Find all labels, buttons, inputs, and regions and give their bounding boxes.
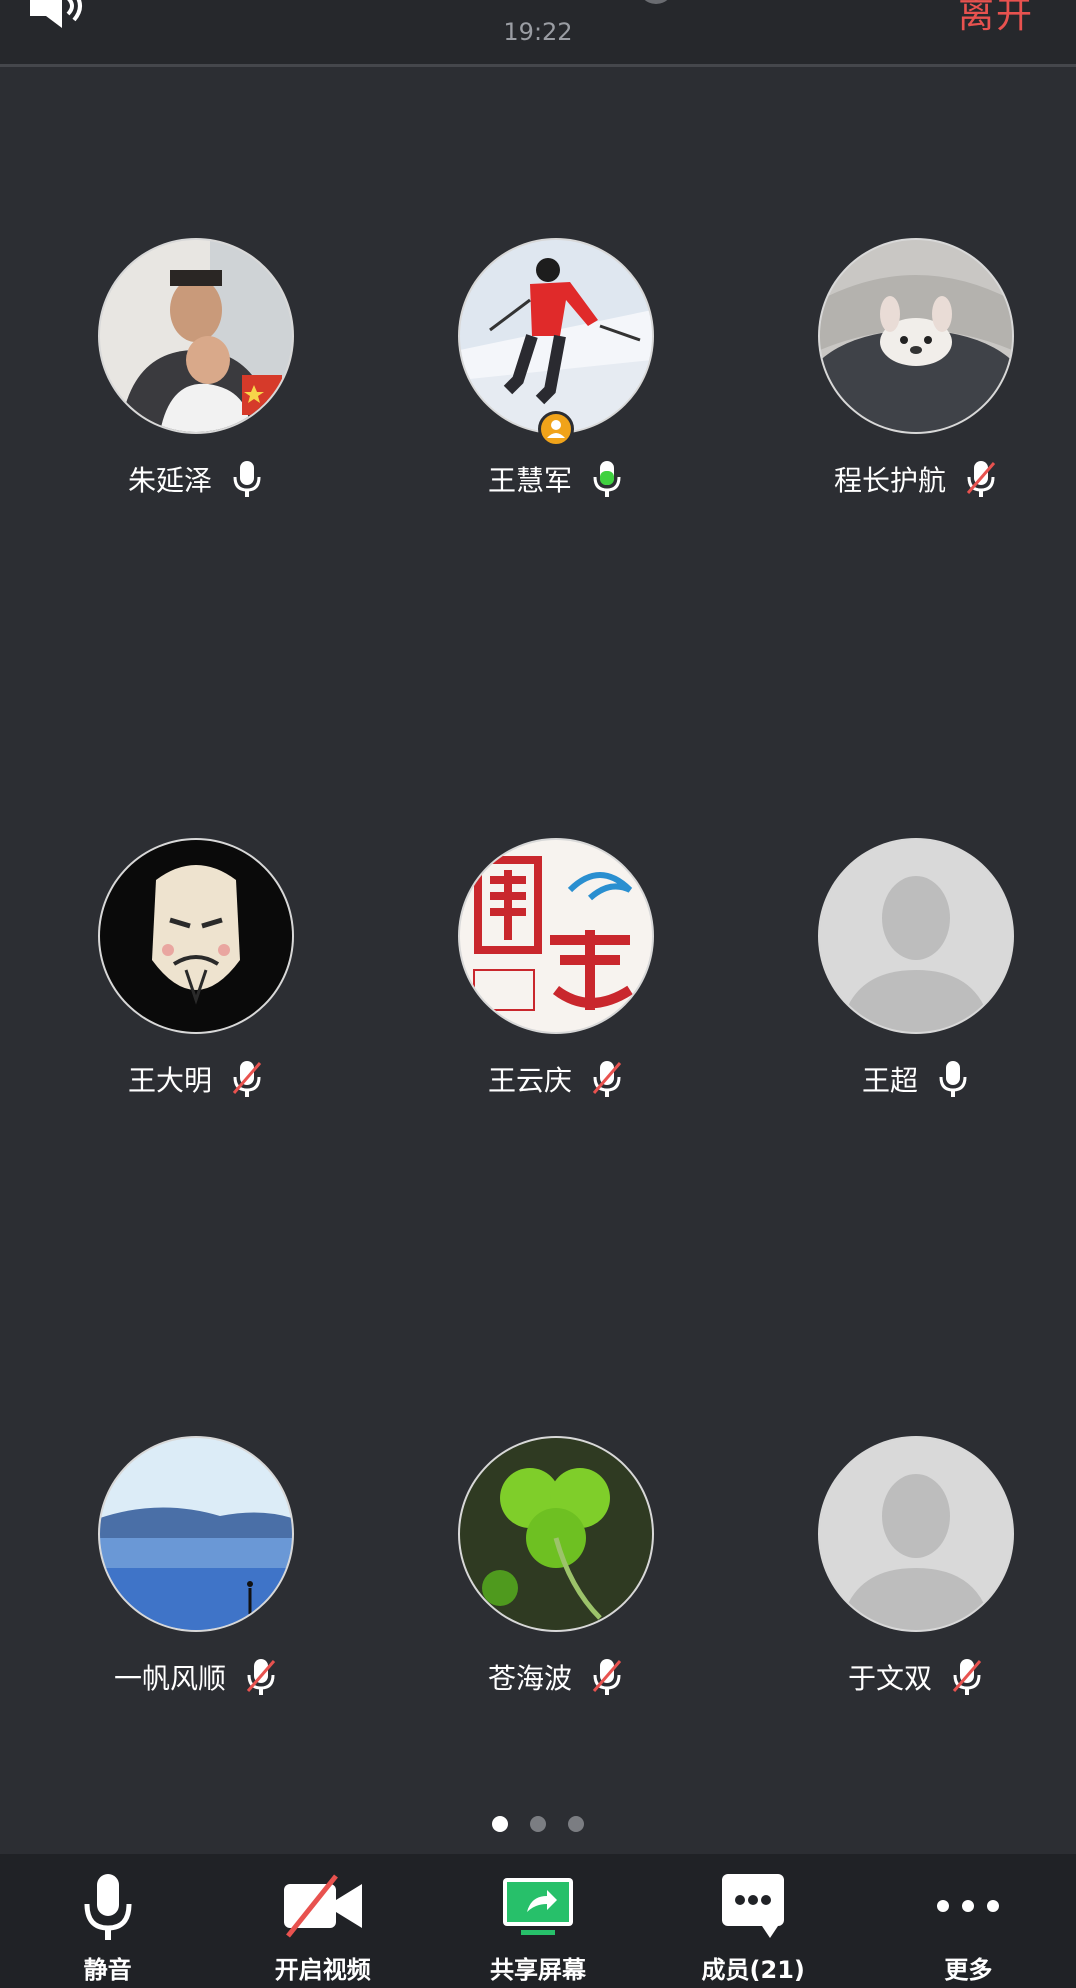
participant-name-row: 王慧军 — [360, 454, 752, 504]
microphone-icon — [63, 1874, 153, 1944]
mic-on-icon — [233, 461, 261, 497]
page-dot-active[interactable] — [492, 1816, 508, 1832]
participant-tile[interactable]: 王大明 — [0, 840, 360, 1140]
participant-tile[interactable]: 一帆风顺 — [0, 1438, 360, 1738]
default-avatar-icon — [820, 1438, 1012, 1630]
top-bar: 19:22 离开 — [0, 0, 1076, 67]
chat-bubble-icon — [708, 1874, 798, 1944]
participant-name: 王慧军 — [487, 464, 572, 497]
participant-name: 王云庆 — [487, 1064, 572, 1097]
start-video-button[interactable]: 开启视频 — [215, 1854, 430, 1988]
mic-speaking-icon — [593, 461, 621, 497]
participant-name: 王大明 — [127, 1064, 212, 1097]
clock-time: 19:22 — [503, 18, 573, 46]
video-label: 开启视频 — [274, 1956, 371, 1984]
bottom-toolbar: 静音 开启视频 共享屏幕 成员(21) 更多 — [0, 1854, 1076, 1988]
mute-button[interactable]: 静音 — [0, 1854, 215, 1988]
mute-label: 静音 — [83, 1956, 132, 1984]
participant-tile[interactable]: 王慧军 — [360, 240, 720, 540]
participant-name-row: 王超 — [720, 1054, 1076, 1104]
avatar — [100, 840, 292, 1032]
more-button[interactable]: 更多 — [861, 1854, 1076, 1988]
participant-tile[interactable]: 王云庆 — [360, 840, 720, 1140]
video-off-icon — [278, 1874, 368, 1944]
members-label: 成员(21) — [701, 1956, 805, 1984]
participant-tile[interactable]: 程长护航 — [720, 240, 1076, 540]
participant-name-row: 王大明 — [0, 1054, 392, 1104]
avatar — [100, 1438, 292, 1630]
participant-name: 朱延泽 — [127, 464, 212, 497]
participant-name-row: 于文双 — [720, 1652, 1076, 1702]
participant-grid: 朱延泽 王慧军 程长护航 王大明 王云庆 王超 一帆风顺 苍海波 于文双 — [0, 0, 1076, 1988]
mic-muted-icon — [966, 461, 996, 497]
avatar — [100, 240, 292, 432]
page-dot[interactable] — [530, 1816, 546, 1832]
participant-tile[interactable]: 朱延泽 — [0, 240, 360, 540]
mic-on-icon — [939, 1061, 967, 1097]
page-dot[interactable] — [568, 1816, 584, 1832]
participant-name-row: 一帆风顺 — [0, 1652, 392, 1702]
participant-name-row: 王云庆 — [360, 1054, 752, 1104]
share-screen-icon — [493, 1874, 583, 1944]
participant-name-row: 苍海波 — [360, 1652, 752, 1702]
more-label: 更多 — [944, 1956, 993, 1984]
participant-tile[interactable]: 王超 — [720, 840, 1076, 1140]
avatar — [460, 840, 652, 1032]
participant-name: 程长护航 — [833, 464, 946, 497]
leave-button[interactable]: 离开 — [958, 0, 1034, 38]
mic-muted-icon — [246, 1659, 276, 1695]
participant-name-row: 程长护航 — [720, 454, 1076, 504]
participant-tile[interactable]: 苍海波 — [360, 1438, 720, 1738]
participant-tile[interactable]: 于文双 — [720, 1438, 1076, 1738]
camera-switch-icon[interactable] — [638, 0, 674, 4]
mic-muted-icon — [592, 1061, 622, 1097]
participant-name-row: 朱延泽 — [0, 454, 392, 504]
mic-muted-icon — [232, 1061, 262, 1097]
participant-name: 一帆风顺 — [113, 1662, 226, 1695]
avatar — [460, 1438, 652, 1630]
host-badge-icon — [538, 411, 574, 447]
mic-muted-icon — [952, 1659, 982, 1695]
participant-name: 于文双 — [847, 1662, 932, 1695]
participant-name: 王超 — [861, 1064, 918, 1097]
members-button[interactable]: 成员(21) — [646, 1854, 861, 1988]
participant-name: 苍海波 — [487, 1662, 572, 1695]
more-dots-icon — [923, 1874, 1013, 1944]
avatar — [460, 240, 652, 432]
default-avatar-icon — [820, 840, 1012, 1032]
avatar — [820, 240, 1012, 432]
share-screen-button[interactable]: 共享屏幕 — [430, 1854, 645, 1988]
mic-muted-icon — [592, 1659, 622, 1695]
page-indicator[interactable] — [0, 1816, 1076, 1836]
share-label: 共享屏幕 — [490, 1956, 586, 1984]
